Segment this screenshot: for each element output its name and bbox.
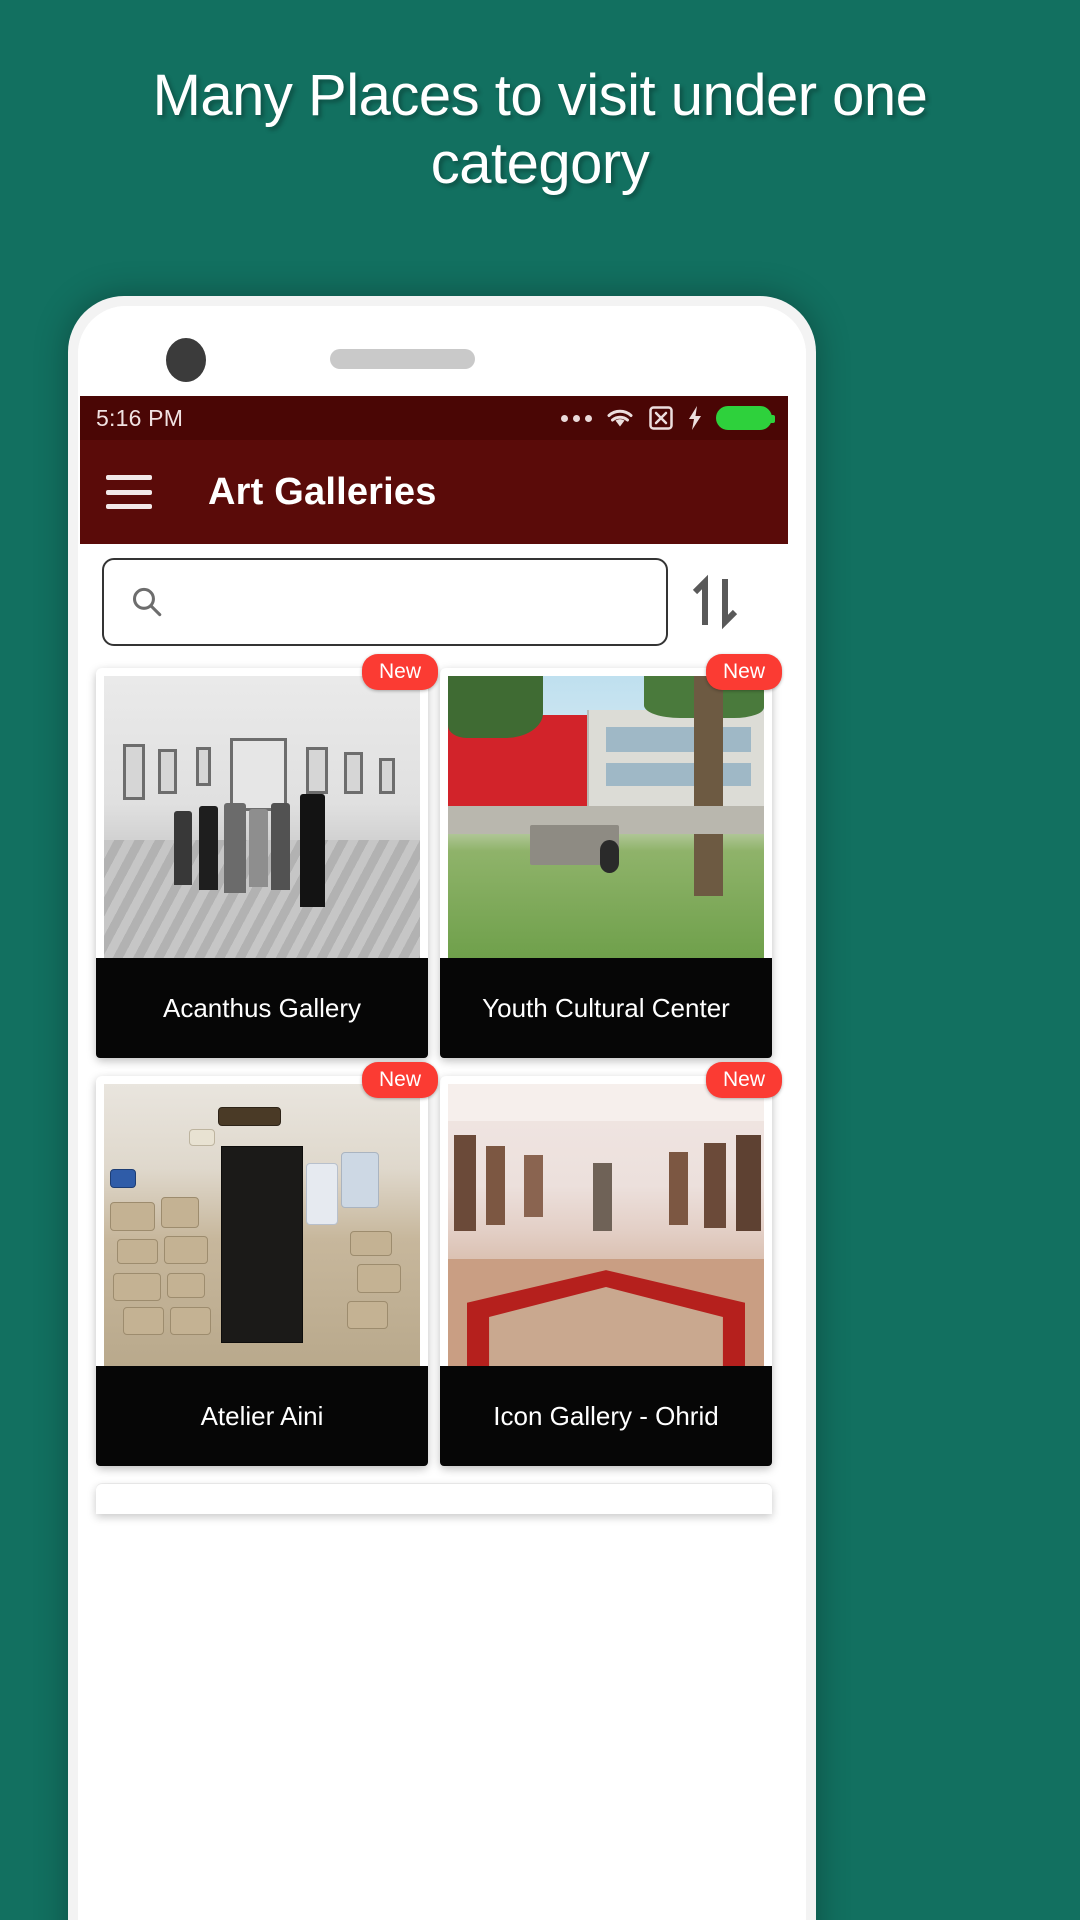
gallery-card[interactable]: New xyxy=(440,1062,782,1466)
card-image-wrapper: New xyxy=(440,1062,782,1366)
card-title: Acanthus Gallery xyxy=(96,958,428,1058)
card-photo xyxy=(448,676,764,958)
search-input-wrapper[interactable] xyxy=(102,558,668,646)
phone-screen: 5:16 PM Art Galleries New Acanthus Galle… xyxy=(80,396,788,1920)
card-image-wrapper: New xyxy=(440,654,782,958)
card-title: Atelier Aini xyxy=(96,1366,428,1466)
wifi-icon xyxy=(607,409,633,427)
next-row-peek xyxy=(80,1484,788,1514)
status-badge: New xyxy=(705,654,782,690)
gallery-card-partial[interactable] xyxy=(96,1484,772,1514)
card-title: Icon Gallery - Ohrid xyxy=(440,1366,772,1466)
page-title: Art Galleries xyxy=(208,470,437,513)
gallery-card[interactable]: New xyxy=(96,1062,438,1466)
search-input[interactable] xyxy=(180,586,640,618)
card-title: Youth Cultural Center xyxy=(440,958,772,1058)
gallery-card[interactable]: New xyxy=(440,654,782,1058)
no-sim-icon xyxy=(649,406,673,430)
card-photo xyxy=(448,1084,764,1366)
status-bar: 5:16 PM xyxy=(80,396,788,440)
status-badge: New xyxy=(361,1062,438,1098)
status-icons xyxy=(561,405,775,431)
status-time: 5:16 PM xyxy=(96,404,184,431)
sort-icon xyxy=(692,574,738,630)
app-bar: Art Galleries xyxy=(80,440,788,544)
more-horizontal-icon xyxy=(561,414,592,422)
card-image-wrapper: New xyxy=(96,654,438,958)
gallery-card[interactable]: New xyxy=(96,654,438,1058)
status-badge: New xyxy=(705,1062,782,1098)
hamburger-menu-icon[interactable] xyxy=(106,475,152,509)
search-row xyxy=(80,544,788,662)
front-camera-icon xyxy=(166,338,206,382)
phone-mockup: 5:16 PM Art Galleries New Acanthus Galle… xyxy=(68,296,816,1920)
page-headline: Many Places to visit under one category xyxy=(152,63,928,197)
charging-bolt-icon xyxy=(689,406,701,430)
card-photo xyxy=(104,676,420,958)
battery-full-icon xyxy=(716,406,775,430)
phone-body: 5:16 PM Art Galleries New Acanthus Galle… xyxy=(78,306,806,1920)
sort-button[interactable] xyxy=(668,558,766,646)
phone-top-bezel xyxy=(78,306,806,392)
card-photo xyxy=(104,1084,420,1366)
search-icon xyxy=(132,587,162,617)
card-image-wrapper: New xyxy=(96,1062,438,1366)
status-badge: New xyxy=(361,654,438,690)
gallery-grid: New Acanthus Gallery New Youth Cultural … xyxy=(80,654,788,1466)
earpiece-speaker xyxy=(330,349,475,369)
